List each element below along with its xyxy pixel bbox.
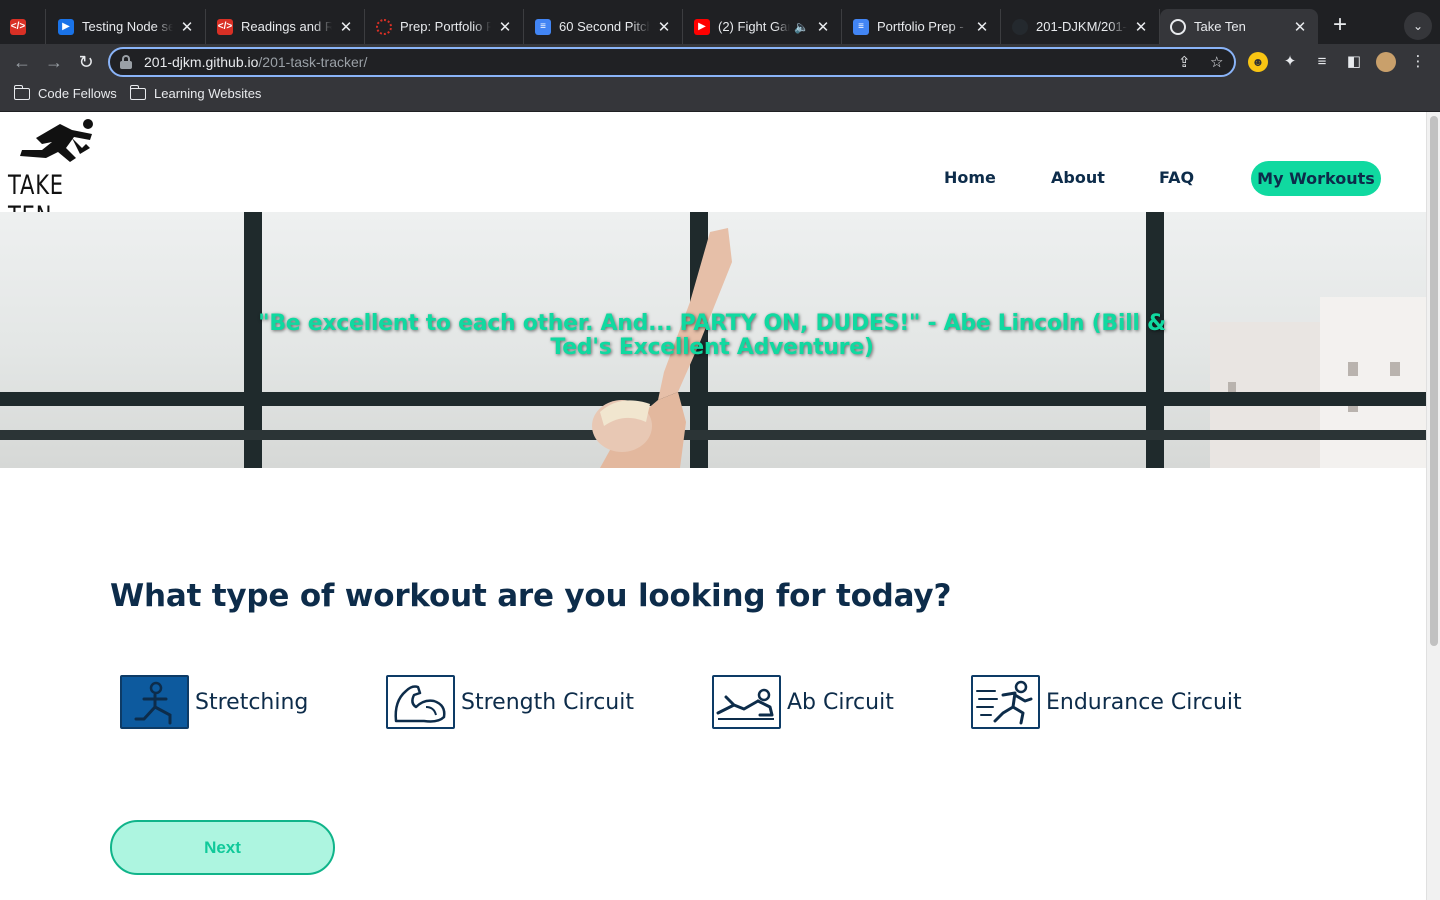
url-text: 201-djkm.github.io/201-task-tracker/ bbox=[144, 54, 367, 70]
nav-about[interactable]: About bbox=[1051, 168, 1105, 187]
tab-search-button[interactable]: ⌄ bbox=[1404, 12, 1432, 40]
nav-home[interactable]: Home bbox=[944, 168, 996, 187]
share-icon[interactable]: ⇪ bbox=[1178, 53, 1191, 71]
tab-title: (2) Fight Gar bbox=[718, 19, 791, 34]
browser-tab-active[interactable]: Take Ten ✕ bbox=[1160, 9, 1318, 44]
building-window bbox=[1390, 362, 1400, 376]
close-icon[interactable]: ✕ bbox=[974, 18, 990, 36]
page-scrollbar[interactable] bbox=[1426, 112, 1440, 900]
close-icon[interactable]: ✕ bbox=[656, 18, 672, 36]
browser-tab[interactable]: </> Readings and Re ✕ bbox=[207, 9, 365, 44]
code-fellows-icon: </> bbox=[217, 18, 233, 35]
browser-tab[interactable]: ≡ 60 Second Pitch ✕ bbox=[525, 9, 683, 44]
reload-icon[interactable]: ↻ bbox=[74, 50, 98, 74]
url-path: /201-task-tracker/ bbox=[258, 54, 368, 70]
new-tab-button[interactable]: + bbox=[1326, 12, 1354, 40]
option-label: Endurance Circuit bbox=[1046, 689, 1242, 715]
bookmark-star-icon[interactable]: ☆ bbox=[1210, 53, 1223, 71]
browser-tab[interactable]: </> bbox=[0, 9, 46, 44]
browser-tab[interactable]: Prep: Portfolio Pr ✕ bbox=[366, 9, 524, 44]
tab-title: Portfolio Prep - C bbox=[877, 19, 968, 34]
building-image bbox=[1320, 297, 1426, 468]
media-control-icon[interactable]: ≡ bbox=[1312, 52, 1332, 72]
tab-title: 60 Second Pitch bbox=[559, 19, 650, 34]
extension-icon[interactable]: ☻ bbox=[1248, 52, 1268, 72]
url-host: 201-djkm.github.io bbox=[144, 54, 259, 70]
building-window bbox=[1348, 362, 1358, 376]
tab-title: Testing Node ser bbox=[82, 19, 173, 34]
workout-question-heading: What type of workout are you looking for… bbox=[110, 578, 952, 614]
spinner-icon bbox=[376, 18, 392, 35]
next-button[interactable]: Next bbox=[110, 820, 335, 875]
crunch-icon[interactable] bbox=[712, 675, 781, 729]
folder-icon bbox=[129, 84, 146, 100]
workout-option-strength-circuit[interactable]: Strength Circuit bbox=[386, 674, 634, 730]
puzzle-piece-icon[interactable]: ✦ bbox=[1280, 52, 1300, 72]
bookmark-label: Learning Websites bbox=[154, 86, 262, 101]
bookmarks-bar: Code Fellows Learning Websites bbox=[0, 80, 1440, 112]
close-icon[interactable]: ✕ bbox=[1292, 18, 1308, 36]
close-icon[interactable]: ✕ bbox=[338, 18, 354, 36]
lock-icon bbox=[120, 55, 132, 69]
globe-icon bbox=[1170, 18, 1186, 35]
bookmark-code-fellows[interactable]: Code Fellows bbox=[13, 84, 117, 101]
close-icon[interactable]: ✕ bbox=[1133, 18, 1149, 36]
tab-title: Readings and Re bbox=[241, 19, 332, 34]
browser-tab[interactable]: ▶ (2) Fight Gar 🔈 ✕ bbox=[684, 9, 842, 44]
docs-icon: ≡ bbox=[853, 18, 869, 35]
video-icon: ▶ bbox=[58, 18, 74, 35]
hero-quote: "Be excellent to each other. And... PART… bbox=[258, 311, 1166, 360]
hero-banner: "Be excellent to each other. And... PART… bbox=[0, 212, 1426, 468]
speaker-icon[interactable]: 🔈 bbox=[794, 20, 809, 34]
page-viewport: TAKE TEN Home About FAQ My Workouts "Be … bbox=[0, 112, 1426, 900]
tab-title: Prep: Portfolio Pr bbox=[400, 19, 491, 34]
option-label: Strength Circuit bbox=[461, 689, 634, 715]
bookmark-learning-websites[interactable]: Learning Websites bbox=[129, 84, 262, 101]
browser-toolbar: ← → ↻ 201-djkm.github.io/201-task-tracke… bbox=[0, 44, 1440, 80]
site-header: TAKE TEN Home About FAQ My Workouts bbox=[0, 112, 1426, 232]
browser-tab[interactable]: 201-DJKM/201-t ✕ bbox=[1002, 9, 1160, 44]
workout-option-endurance-circuit[interactable]: Endurance Circuit bbox=[971, 674, 1242, 730]
tab-title: 201-DJKM/201-t bbox=[1036, 19, 1127, 34]
tab-title: Take Ten bbox=[1194, 19, 1246, 34]
site-logo[interactable]: TAKE TEN bbox=[4, 118, 104, 232]
youtube-icon: ▶ bbox=[694, 18, 710, 35]
kebab-menu-icon[interactable]: ⋮ bbox=[1408, 52, 1428, 72]
nav-my-workouts-button[interactable]: My Workouts bbox=[1251, 161, 1381, 196]
close-icon[interactable]: ✕ bbox=[497, 18, 513, 36]
close-icon[interactable]: ✕ bbox=[179, 18, 195, 36]
workout-option-ab-circuit[interactable]: Ab Circuit bbox=[712, 674, 894, 730]
flexed-arm-icon[interactable] bbox=[386, 675, 455, 729]
scrollbar-thumb[interactable] bbox=[1430, 116, 1438, 646]
address-bar[interactable]: 201-djkm.github.io/201-task-tracker/ ⇪ ☆ bbox=[108, 47, 1236, 77]
option-label: Stretching bbox=[195, 689, 309, 715]
browser-tab[interactable]: ▶ Testing Node ser ✕ bbox=[48, 9, 206, 44]
back-arrow-icon[interactable]: ← bbox=[10, 50, 34, 74]
docs-icon: ≡ bbox=[535, 18, 551, 35]
bookmark-label: Code Fellows bbox=[38, 86, 117, 101]
browser-tabstrip: </> ▶ Testing Node ser ✕ </> Readings an… bbox=[0, 0, 1440, 44]
option-label: Ab Circuit bbox=[787, 689, 894, 715]
workout-option-stretching[interactable]: Stretching bbox=[120, 674, 308, 730]
github-icon bbox=[1012, 18, 1028, 35]
running-man-icon[interactable] bbox=[971, 675, 1040, 729]
code-fellows-icon: </> bbox=[10, 18, 26, 35]
folder-icon bbox=[13, 84, 30, 100]
sprinter-icon bbox=[20, 119, 93, 162]
stretching-icon[interactable] bbox=[120, 675, 189, 729]
close-icon[interactable]: ✕ bbox=[815, 18, 831, 36]
forward-arrow-icon[interactable]: → bbox=[42, 50, 66, 74]
nav-faq[interactable]: FAQ bbox=[1159, 168, 1194, 187]
avatar[interactable] bbox=[1376, 52, 1396, 72]
side-panel-icon[interactable]: ◧ bbox=[1344, 52, 1364, 72]
browser-tab[interactable]: ≡ Portfolio Prep - C ✕ bbox=[843, 9, 1001, 44]
